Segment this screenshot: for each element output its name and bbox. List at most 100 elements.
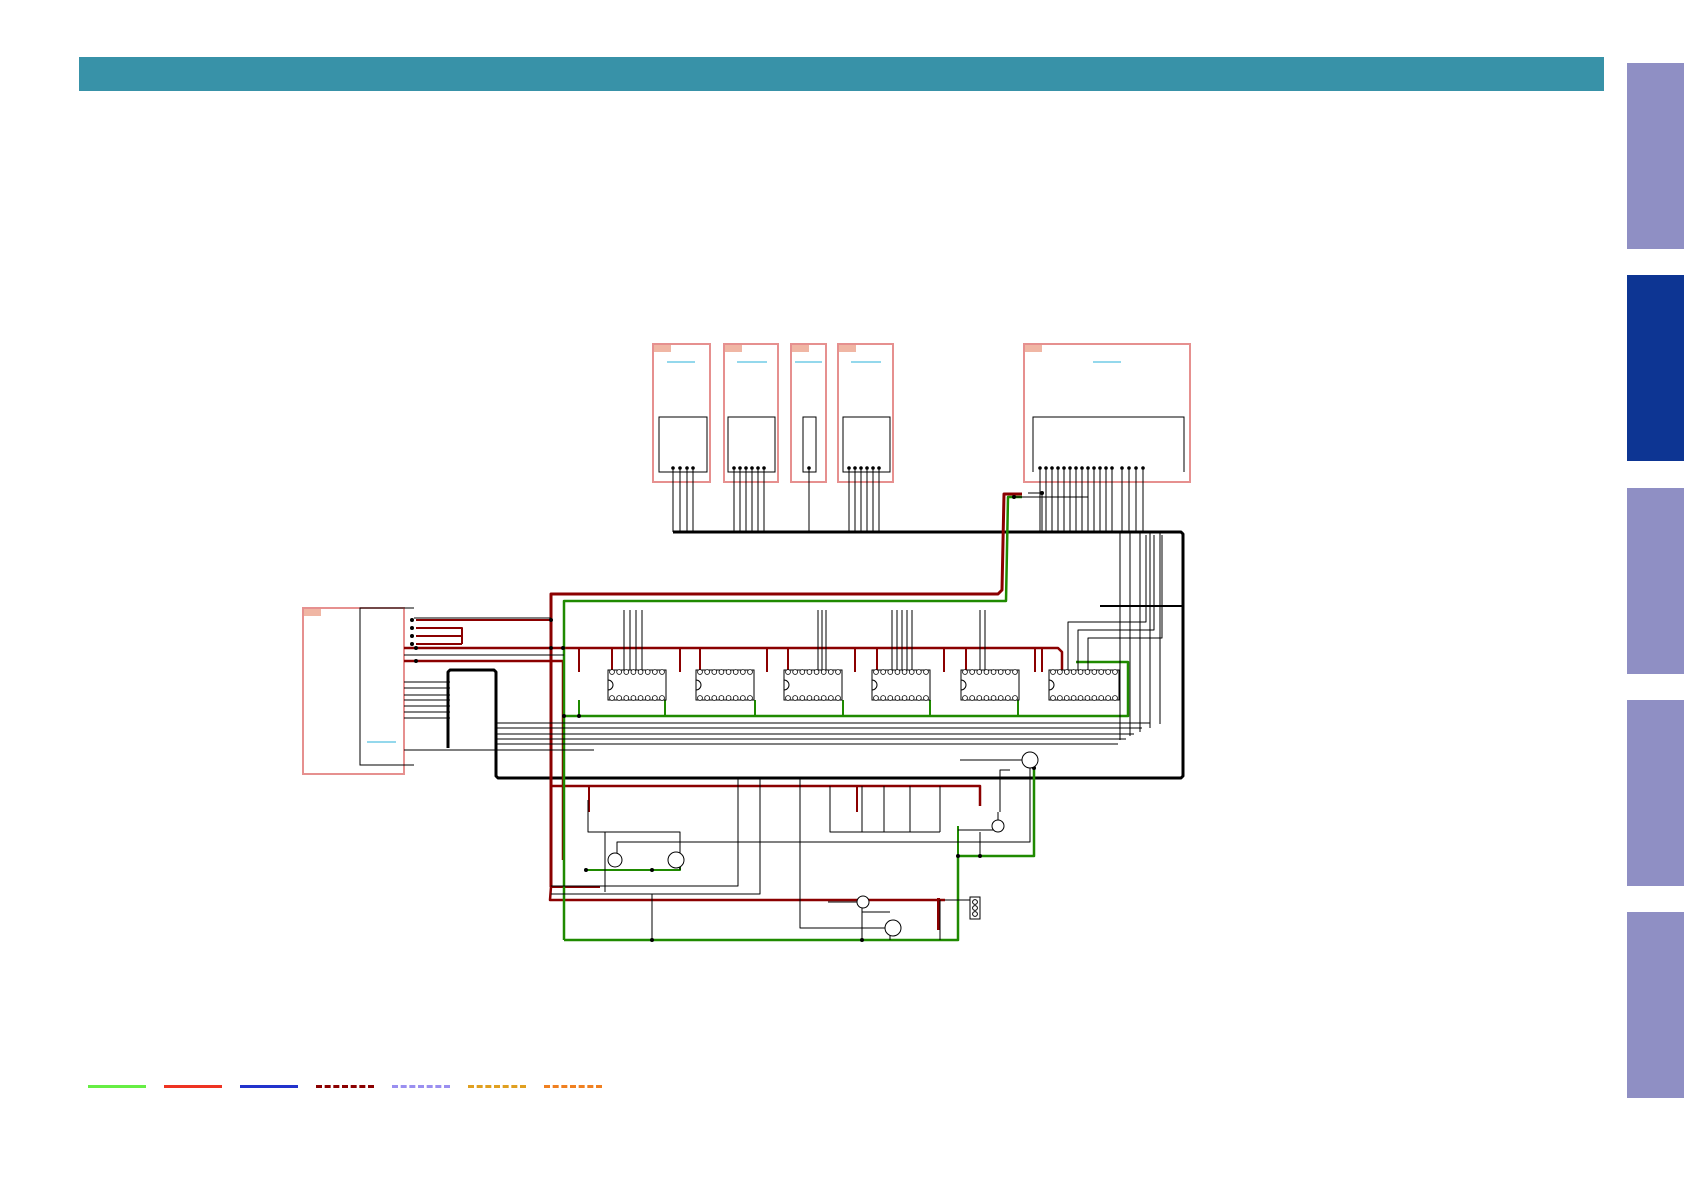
junction-dot [410, 618, 414, 622]
ic-pin [644, 695, 651, 701]
ic-pin [616, 669, 622, 675]
pin-dot [1110, 466, 1114, 470]
pin-dot [1086, 466, 1090, 470]
wire [1087, 535, 1163, 670]
ic-pin [983, 669, 990, 675]
ic-pin [923, 695, 929, 701]
ic-pin [820, 695, 827, 701]
ic-pin [894, 669, 901, 675]
ic-pin [962, 669, 968, 675]
ic-pin [901, 695, 908, 701]
pin-dot [1062, 466, 1066, 470]
terminal-pin [972, 911, 978, 917]
ic-pin [659, 695, 665, 701]
ic-pin [1063, 695, 1070, 701]
ic-pin [704, 669, 710, 675]
ic-3 [783, 669, 843, 701]
ic-6 [1048, 669, 1120, 701]
ic-pin [718, 695, 725, 701]
wire [616, 760, 1031, 860]
wire [1067, 535, 1147, 670]
ic-pin [873, 695, 879, 701]
pin-dot [865, 466, 869, 470]
ic-pin [799, 695, 806, 701]
pin-dot [1134, 466, 1138, 470]
ic-body [783, 669, 843, 701]
ic-pin [990, 695, 997, 701]
connector-box-3 [790, 343, 827, 483]
ic-pin [637, 695, 644, 701]
ic-4 [871, 669, 931, 701]
pin-dot [750, 466, 754, 470]
ic-pin [997, 669, 1004, 675]
junction-dot [561, 646, 565, 650]
connector-box-5 [1023, 343, 1191, 483]
ic-pin [1070, 669, 1077, 675]
ic-pin [785, 669, 791, 675]
transistor [667, 851, 685, 869]
transistor [991, 819, 1005, 833]
ic-pin [806, 669, 813, 675]
pin-dot [1056, 466, 1060, 470]
junction-dot [650, 938, 654, 942]
pin-dot [1120, 466, 1124, 470]
wire [1014, 496, 1089, 532]
ic-pin [997, 695, 1004, 701]
junction-dot [410, 642, 414, 646]
ic-pin [1091, 669, 1098, 675]
ic-row [607, 669, 1120, 701]
ic-pin [1050, 669, 1056, 675]
terminal-pin [972, 905, 978, 911]
pin-dot [691, 466, 695, 470]
ic-pin [976, 669, 983, 675]
transistor [884, 919, 902, 937]
pin-dot [1092, 466, 1096, 470]
pin-dot [853, 466, 857, 470]
ic-pin [644, 669, 651, 675]
ic-pin [747, 695, 753, 701]
transistor [856, 895, 870, 909]
junction-dot [956, 854, 960, 858]
ic-pin [873, 669, 879, 675]
ic-pin [609, 695, 615, 701]
wire-network [404, 466, 1185, 942]
pin-dot [1038, 466, 1042, 470]
ic-1 [607, 669, 667, 701]
ic-pin [747, 669, 753, 675]
legend-line [88, 1085, 146, 1088]
junction-dot [650, 868, 654, 872]
pin-dot [1080, 466, 1084, 470]
wire [829, 786, 940, 833]
ic-pin [1012, 695, 1018, 701]
ic-pin [1077, 695, 1084, 701]
pin-dot [762, 466, 766, 470]
ic-pin [806, 695, 813, 701]
junction-dot [549, 618, 553, 622]
pin-dot [847, 466, 851, 470]
ic-pin [1057, 695, 1063, 701]
ic-body [695, 669, 755, 701]
ic-pin [704, 695, 710, 701]
ic-pin [609, 669, 615, 675]
ic-pin [732, 669, 739, 675]
ic-pin [976, 695, 983, 701]
ic-pin [785, 695, 791, 701]
ic-pin [835, 695, 841, 701]
legend-line [392, 1085, 450, 1088]
ic-pin [732, 695, 739, 701]
pin-dot [1050, 466, 1054, 470]
ic-pin [887, 669, 894, 675]
ic-pin [697, 695, 703, 701]
ic-pin [616, 695, 622, 701]
pin-dot [738, 466, 742, 470]
legend-line [240, 1085, 298, 1088]
ic-pin [1012, 669, 1018, 675]
supply-wire [551, 784, 982, 806]
ic-pin [725, 695, 732, 701]
junction-dot [577, 714, 581, 718]
wire [551, 778, 761, 895]
ic-pin [820, 669, 827, 675]
ic-pin [1112, 669, 1118, 675]
pin-dot [807, 466, 811, 470]
ic-pin [725, 669, 732, 675]
